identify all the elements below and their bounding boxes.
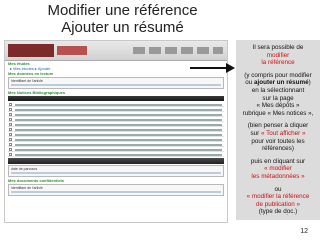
form-box-identifiant: Identifiant de l'article	[8, 77, 224, 89]
row-checkbox[interactable]	[9, 123, 12, 126]
row-checkbox[interactable]	[9, 138, 12, 141]
row-checkbox[interactable]	[9, 128, 12, 131]
panel-text-emphasis: « modifier	[264, 165, 292, 173]
row-checkbox[interactable]	[9, 118, 12, 121]
row-text	[15, 113, 222, 116]
table-row[interactable]	[8, 152, 224, 157]
notices-action-bar[interactable]	[8, 158, 224, 164]
row-checkbox[interactable]	[9, 113, 12, 116]
field-identifiant2-label: Identifiant de l'article	[11, 186, 43, 190]
panel-text-emphasis: les métadonnées »	[251, 172, 305, 180]
row-text	[15, 123, 222, 126]
row-checkbox[interactable]	[9, 143, 12, 146]
row-text	[15, 118, 222, 121]
section-mes-donnees: Mes données en lecture	[8, 71, 54, 76]
field-date-label: date de parcours	[11, 167, 38, 171]
panel-text: rubrique « Mes notices »,	[242, 109, 314, 117]
panel-text: ou	[245, 79, 253, 87]
site-header	[5, 41, 227, 61]
site-logo	[8, 44, 54, 57]
panel-text-emphasis: « modifier la référence	[246, 193, 310, 201]
panel-text: Il sera possible de	[252, 44, 304, 51]
panel-text: (bien penser à cliquer	[247, 122, 309, 130]
panel-para-4: puis en cliquant sur « modifier les méta…	[236, 158, 320, 181]
panel-text-bold: ajouter un résumé	[254, 79, 309, 87]
section-notices: Mes Notices Bibliographiques	[8, 90, 66, 95]
row-checkbox[interactable]	[9, 103, 12, 106]
field-identifiant2-input[interactable]	[11, 191, 221, 193]
panel-text: en la sélectionnant	[251, 86, 305, 94]
row-text	[15, 143, 222, 146]
panel-text: puis en cliquant sur	[250, 157, 306, 165]
panel-text-emphasis: modifier	[266, 51, 290, 59]
panel-text: « Mes dépôts »	[256, 102, 300, 110]
panel-text-emphasis: « Tout afficher »	[260, 129, 306, 137]
panel-text: )	[308, 79, 311, 87]
slide-title-line1: Modifier une référence	[47, 2, 198, 19]
form-box-confidentiel: Identifiant de l'article	[8, 184, 224, 196]
row-checkbox[interactable]	[9, 108, 12, 111]
row-text	[15, 103, 222, 106]
field-date-input[interactable]	[11, 172, 221, 174]
row-checkbox[interactable]	[9, 133, 12, 136]
row-checkbox[interactable]	[9, 153, 12, 156]
site-menu[interactable]	[133, 47, 223, 54]
row-checkbox[interactable]	[9, 148, 12, 151]
panel-text: pour voir toutes les références)	[251, 137, 305, 153]
panel-para-1: Il sera possible de modifier la référenc…	[236, 44, 320, 67]
row-text	[15, 153, 222, 156]
panel-para-2: (y compris pour modifier ou ajouter un r…	[236, 72, 320, 118]
pointer-arrow-line	[190, 67, 230, 69]
panel-text: sur la page	[262, 94, 294, 102]
field-identifiant-label: Identifiant de l'article	[11, 79, 43, 83]
panel-text-emphasis: la référence	[261, 59, 295, 67]
field-identifiant-input[interactable]	[11, 84, 221, 86]
row-text	[15, 108, 222, 111]
panel-text: (y compris pour modifier	[244, 71, 312, 79]
instruction-panel: Il sera possible de modifier la référenc…	[236, 40, 320, 220]
panel-dot: .	[286, 210, 288, 217]
section-confidentiels: Mes documents confidentiels	[8, 178, 65, 183]
notices-toolbar[interactable]	[8, 96, 224, 101]
page-number: 12	[300, 228, 308, 235]
panel-text-emphasis: de publication »	[255, 200, 301, 208]
panel-text: sur	[250, 129, 260, 137]
row-text	[15, 128, 222, 131]
panel-para-3: (bien penser à cliquer sur « Tout affich…	[236, 122, 320, 152]
row-text	[15, 138, 222, 141]
row-text	[15, 133, 222, 136]
row-text	[15, 148, 222, 151]
pointer-arrow-head-icon	[226, 63, 235, 73]
panel-para-5: ou « modifier la référence de publicatio…	[236, 186, 320, 216]
slide-title: Modifier une référence Ajouter un résumé	[0, 2, 245, 36]
site-logo-secondary	[57, 46, 87, 55]
form-box-notice: date de parcours	[8, 165, 224, 177]
slide-title-line2: Ajouter un résumé	[61, 19, 184, 36]
panel-text: ou	[274, 185, 282, 193]
panel-text: (type de doc.)	[258, 208, 298, 216]
